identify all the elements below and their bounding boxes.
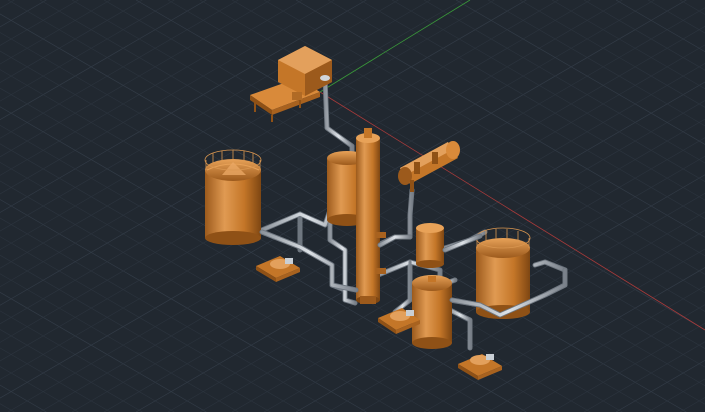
grid-line: [551, 0, 705, 90]
grid-line: [0, 0, 15, 9]
grid-line: [103, 0, 705, 349]
grid-line: [0, 0, 111, 65]
grid-line: [199, 0, 705, 294]
grid-line: [0, 0, 143, 83]
grid-line: [455, 267, 705, 412]
grid-line: [0, 384, 47, 412]
grid-line: [487, 0, 705, 127]
grid-line: [615, 0, 705, 53]
process-vessel-front[interactable]: [412, 275, 452, 349]
small-drum[interactable]: [416, 223, 444, 268]
storage-tank-left[interactable]: [204, 149, 262, 245]
grid-line: [615, 359, 705, 412]
grid-line: [199, 118, 705, 412]
grid-line: [647, 0, 705, 34]
grid-line: [0, 329, 143, 412]
grid-line: [583, 341, 705, 412]
grid-line: [0, 106, 527, 412]
pump-skid-left[interactable]: [256, 256, 300, 282]
grid-line: [327, 192, 705, 412]
distillation-column[interactable]: [356, 128, 386, 304]
grid-line: [0, 310, 175, 412]
grid-line: [327, 0, 705, 220]
grid-line: [0, 0, 527, 306]
grid-line: [103, 63, 705, 412]
model-space-canvas[interactable]: [0, 0, 705, 412]
grid-line: [583, 0, 705, 71]
heat-exchanger[interactable]: [398, 141, 460, 192]
grid-line: [0, 403, 15, 412]
grid-line: [0, 0, 207, 121]
grid-line: [455, 0, 705, 145]
grid-line: [647, 378, 705, 412]
cad-viewport[interactable]: [0, 0, 705, 412]
grid-line: [0, 347, 111, 412]
grid-line: [0, 0, 175, 102]
grid-line: [0, 291, 207, 412]
grid-line: [487, 285, 705, 412]
grid-line: [71, 0, 705, 368]
grid-line: [71, 44, 705, 412]
grid-line: [551, 322, 705, 412]
grid-line: [0, 0, 47, 28]
